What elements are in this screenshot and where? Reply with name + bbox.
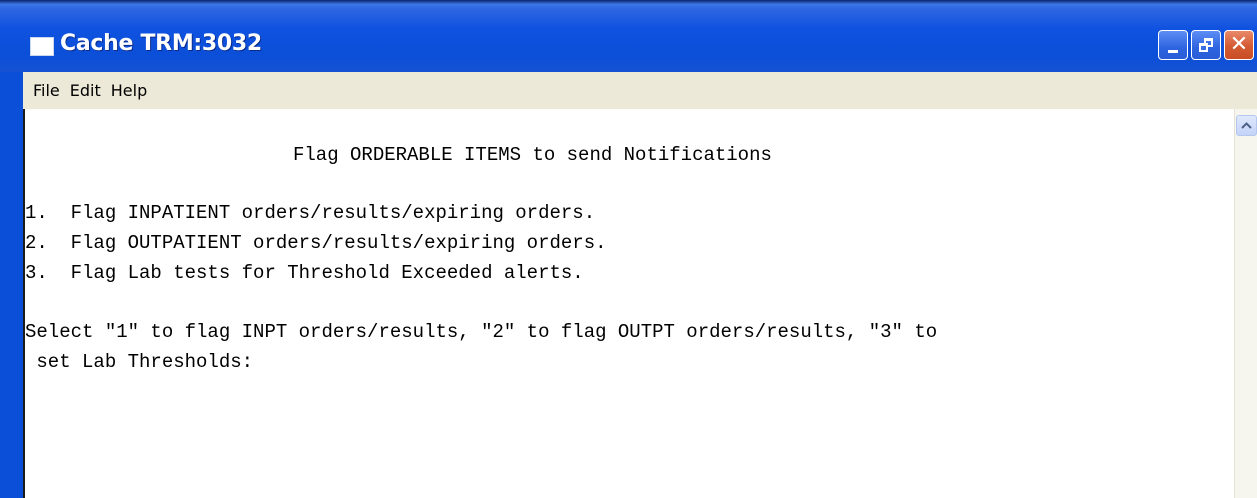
vertical-scrollbar[interactable] xyxy=(1234,109,1257,498)
terminal-screen[interactable]: Flag ORDERABLE ITEMS to send Notificatio… xyxy=(23,109,1234,498)
prompt-line-2: set Lab Thresholds: xyxy=(25,351,254,373)
terminal-window: Cache TRM:3032 ✕ File Edit Help Flag ORD… xyxy=(0,0,1257,498)
terminal-heading: Flag ORDERABLE ITEMS to send Notificatio… xyxy=(293,144,772,166)
window-frame-left xyxy=(0,72,23,498)
scroll-up-button[interactable] xyxy=(1236,115,1257,136)
option-2: 2. Flag OUTPATIENT orders/results/expiri… xyxy=(25,232,607,254)
menu-help[interactable]: Help xyxy=(111,81,147,100)
option-1: 1. Flag INPATIENT orders/results/expirin… xyxy=(25,202,596,224)
minimize-icon xyxy=(1168,49,1178,53)
menu-bar: File Edit Help xyxy=(23,72,1257,109)
title-bar[interactable]: Cache TRM:3032 ✕ xyxy=(0,0,1257,72)
menu-edit[interactable]: Edit xyxy=(70,81,101,100)
close-button[interactable]: ✕ xyxy=(1224,30,1254,60)
option-3: 3. Flag Lab tests for Threshold Exceeded… xyxy=(25,262,584,284)
minimize-button[interactable] xyxy=(1158,30,1188,60)
window-title: Cache TRM:3032 xyxy=(60,31,262,56)
restore-icon xyxy=(1199,38,1213,52)
close-icon: ✕ xyxy=(1229,32,1249,57)
menu-file[interactable]: File xyxy=(33,81,60,100)
scroll-up-arrow-icon xyxy=(1241,122,1252,129)
prompt-line-1: Select "1" to flag INPT orders/results, … xyxy=(25,321,938,343)
restore-button[interactable] xyxy=(1191,30,1221,60)
terminal-window-icon xyxy=(30,37,54,56)
